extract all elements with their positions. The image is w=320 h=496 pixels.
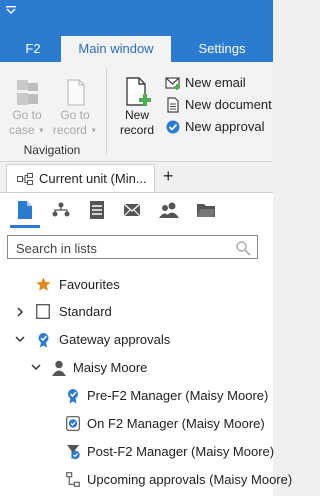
- tree-item-upcoming-approvals[interactable]: Upcoming approvals (Maisy Moore): [0, 469, 292, 491]
- chevron-down-icon[interactable]: [15, 335, 25, 343]
- gateway-approvals-label: Gateway approvals: [59, 332, 171, 347]
- post-approval-icon: [67, 445, 80, 460]
- new-record-line1: New: [124, 108, 149, 122]
- navigation-group-label: Navigation: [23, 143, 81, 157]
- tree-item-maisy-moore[interactable]: Maisy Moore: [0, 357, 273, 379]
- current-unit-label: Current unit (Min...: [39, 171, 147, 186]
- on-f2-manager-label: On F2 Manager (Maisy Moore): [87, 416, 265, 431]
- standard-list-icon: [36, 304, 50, 319]
- documents-icon[interactable]: [17, 200, 33, 220]
- new-record-button[interactable]: New record: [114, 76, 160, 138]
- new-record-icon: [126, 77, 151, 106]
- pre-f2-manager-label: Pre-F2 Manager (Maisy Moore): [87, 388, 269, 403]
- on-approval-icon: [66, 416, 80, 431]
- search-icon[interactable]: [235, 240, 251, 256]
- dropdown-caret-icon: ▼: [90, 127, 98, 135]
- tree-item-on-f2-manager[interactable]: On F2 Manager (Maisy Moore): [0, 413, 273, 435]
- title-bar: [0, 0, 273, 36]
- post-f2-manager-label: Post-F2 Manager (Maisy Moore): [87, 444, 275, 459]
- chevron-right-icon[interactable]: [16, 307, 24, 317]
- new-email-icon: [165, 77, 180, 90]
- go-to-case-line2: case: [9, 123, 35, 137]
- hierarchy-icon[interactable]: [52, 201, 70, 219]
- tree-item-post-f2-manager[interactable]: Post-F2 Manager (Maisy Moore): [0, 441, 275, 463]
- search-input[interactable]: [14, 239, 228, 257]
- pre-approval-icon: [68, 389, 78, 404]
- go-to-case-icon: [17, 80, 38, 105]
- folder-icon[interactable]: [196, 201, 216, 219]
- new-document-icon: [167, 97, 179, 113]
- maisy-moore-label: Maisy Moore: [73, 360, 148, 375]
- favourites-label: Favourites: [59, 277, 120, 292]
- tree-item-standard[interactable]: Standard: [0, 301, 273, 323]
- go-to-case-button[interactable]: Go to case ▼: [4, 78, 50, 138]
- contacts-icon[interactable]: [159, 201, 179, 219]
- current-unit-tab[interactable]: Current unit (Min...: [6, 164, 155, 193]
- star-icon: [36, 277, 51, 291]
- new-approval-label: New approval: [185, 119, 265, 134]
- dropdown-caret-icon: ▼: [37, 127, 45, 135]
- mail-icon[interactable]: [123, 201, 141, 219]
- search-box: [7, 235, 258, 259]
- upcoming-icon: [66, 472, 80, 487]
- list-icon[interactable]: [89, 200, 105, 220]
- tree-item-gateway-approvals[interactable]: Gateway approvals: [0, 329, 273, 351]
- active-tab-indicator: [10, 225, 40, 228]
- tab-main-window[interactable]: Main window: [61, 36, 171, 62]
- new-record-line2: record: [119, 123, 154, 137]
- upcoming-approvals-label: Upcoming approvals (Maisy Moore): [87, 472, 293, 487]
- new-approval-icon: [166, 120, 180, 134]
- go-to-case-line1: Go to: [12, 108, 42, 122]
- standard-label: Standard: [59, 304, 112, 319]
- ribbon-separator: [106, 68, 107, 154]
- quick-access-chevron-icon[interactable]: [6, 6, 16, 14]
- tree-item-favourites[interactable]: Favourites: [0, 274, 273, 296]
- go-to-record-line2: record: [52, 123, 87, 137]
- tab-settings[interactable]: Settings: [192, 36, 252, 62]
- approval-icon: [38, 333, 49, 348]
- org-unit-icon: [17, 173, 33, 185]
- tree-item-pre-f2-manager[interactable]: Pre-F2 Manager (Maisy Moore): [0, 385, 273, 407]
- go-to-record-icon: [67, 79, 85, 106]
- go-to-record-line1: Go to: [60, 108, 90, 122]
- add-tab-button[interactable]: +: [163, 166, 174, 187]
- new-email-label: New email: [185, 75, 246, 90]
- chevron-down-icon[interactable]: [31, 363, 41, 371]
- tab-f2[interactable]: F2: [16, 36, 50, 62]
- new-document-label: New document: [185, 97, 272, 112]
- go-to-record-button[interactable]: Go to record ▼: [50, 78, 100, 138]
- person-icon: [52, 360, 66, 376]
